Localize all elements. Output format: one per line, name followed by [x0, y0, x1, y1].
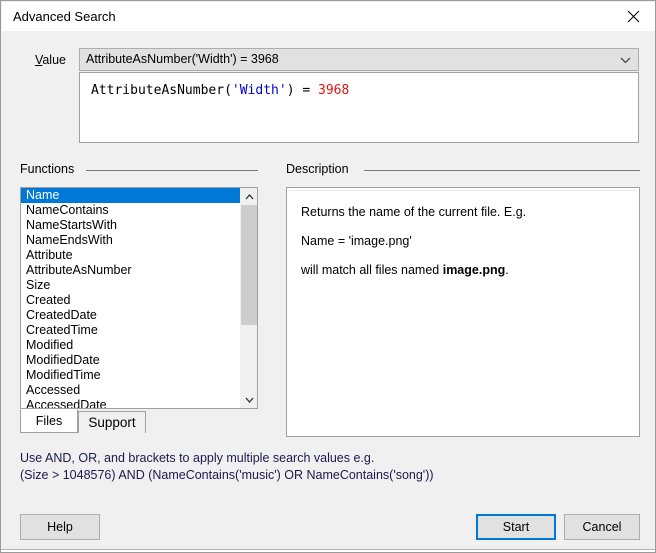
background-window-sliver: [1, 549, 656, 552]
list-item[interactable]: ModifiedTime: [21, 368, 242, 383]
token-function: AttributeAsNumber: [91, 83, 224, 98]
window-title: Advanced Search: [13, 9, 116, 24]
title-bar: Advanced Search: [2, 2, 656, 32]
hint-line-1: Use AND, OR, and brackets to apply multi…: [20, 451, 374, 465]
dialog-client-area: Value AttributeAsNumber('Width') = 3968 …: [2, 31, 656, 552]
start-button[interactable]: Start: [476, 514, 556, 540]
close-icon[interactable]: [610, 2, 656, 31]
tab-files[interactable]: Files: [20, 409, 78, 433]
list-item[interactable]: NameStartsWith: [21, 218, 242, 233]
help-button[interactable]: Help: [20, 514, 100, 540]
value-combobox[interactable]: AttributeAsNumber('Width') = 3968: [79, 48, 639, 71]
description-group-label: Description: [286, 162, 353, 176]
scrollbar-thumb[interactable]: [241, 205, 257, 325]
functions-tabstrip: Files Support: [20, 409, 258, 433]
description-line-3-suffix: .: [505, 263, 508, 277]
description-group-rule: [364, 170, 640, 171]
list-item[interactable]: Name: [21, 188, 242, 203]
functions-scrollbar[interactable]: [240, 188, 257, 408]
advanced-search-dialog: Advanced Search Value AttributeAsNumber(…: [0, 0, 656, 553]
description-line-3-prefix: will match all files named: [301, 263, 443, 277]
list-item[interactable]: CreatedDate: [21, 308, 242, 323]
description-textbox: Returns the name of the current file. E.…: [286, 187, 640, 437]
token-operator: =: [302, 83, 310, 98]
functions-group-rule: [86, 170, 258, 171]
list-item[interactable]: CreatedTime: [21, 323, 242, 338]
value-combobox-text: AttributeAsNumber('Width') = 3968: [86, 52, 279, 66]
token-open-paren: (: [224, 83, 232, 98]
hint-line-2: (Size > 1048576) AND (NameContains('musi…: [20, 468, 434, 482]
list-item[interactable]: NameEndsWith: [21, 233, 242, 248]
functions-list-items: Name NameContains NameStartsWith NameEnd…: [21, 188, 242, 409]
list-item[interactable]: ModifiedDate: [21, 353, 242, 368]
value-label: Value: [2, 53, 66, 67]
description-line-1: Returns the name of the current file. E.…: [301, 205, 526, 219]
description-line-3: will match all files named image.png.: [301, 263, 509, 277]
functions-listbox[interactable]: Name NameContains NameStartsWith NameEnd…: [20, 187, 258, 409]
list-item[interactable]: Accessed: [21, 383, 242, 398]
token-close-paren: ): [287, 83, 295, 98]
cancel-button[interactable]: Cancel: [564, 514, 640, 540]
expression-editor[interactable]: AttributeAsNumber('Width') = 3968: [79, 72, 639, 143]
list-item[interactable]: AttributeAsNumber: [21, 263, 242, 278]
list-item[interactable]: AccessedDate: [21, 398, 242, 409]
chevron-down-icon[interactable]: [613, 49, 637, 70]
list-item[interactable]: Size: [21, 278, 242, 293]
token-string: 'Width': [232, 83, 287, 98]
value-label-rest: alue: [42, 53, 66, 67]
description-line-2: Name = 'image.png': [301, 234, 412, 248]
list-item[interactable]: Modified: [21, 338, 242, 353]
expression-editor-line: AttributeAsNumber('Width') = 3968: [91, 83, 349, 98]
token-number: 3968: [318, 83, 349, 98]
chevron-up-icon[interactable]: [241, 188, 257, 205]
chevron-down-icon[interactable]: [241, 391, 257, 408]
list-item[interactable]: Created: [21, 293, 242, 308]
description-line-3-bold: image.png: [443, 263, 506, 277]
tab-support[interactable]: Support: [78, 411, 146, 433]
functions-group-label: Functions: [20, 162, 78, 176]
list-item[interactable]: NameContains: [21, 203, 242, 218]
list-item[interactable]: Attribute: [21, 248, 242, 263]
